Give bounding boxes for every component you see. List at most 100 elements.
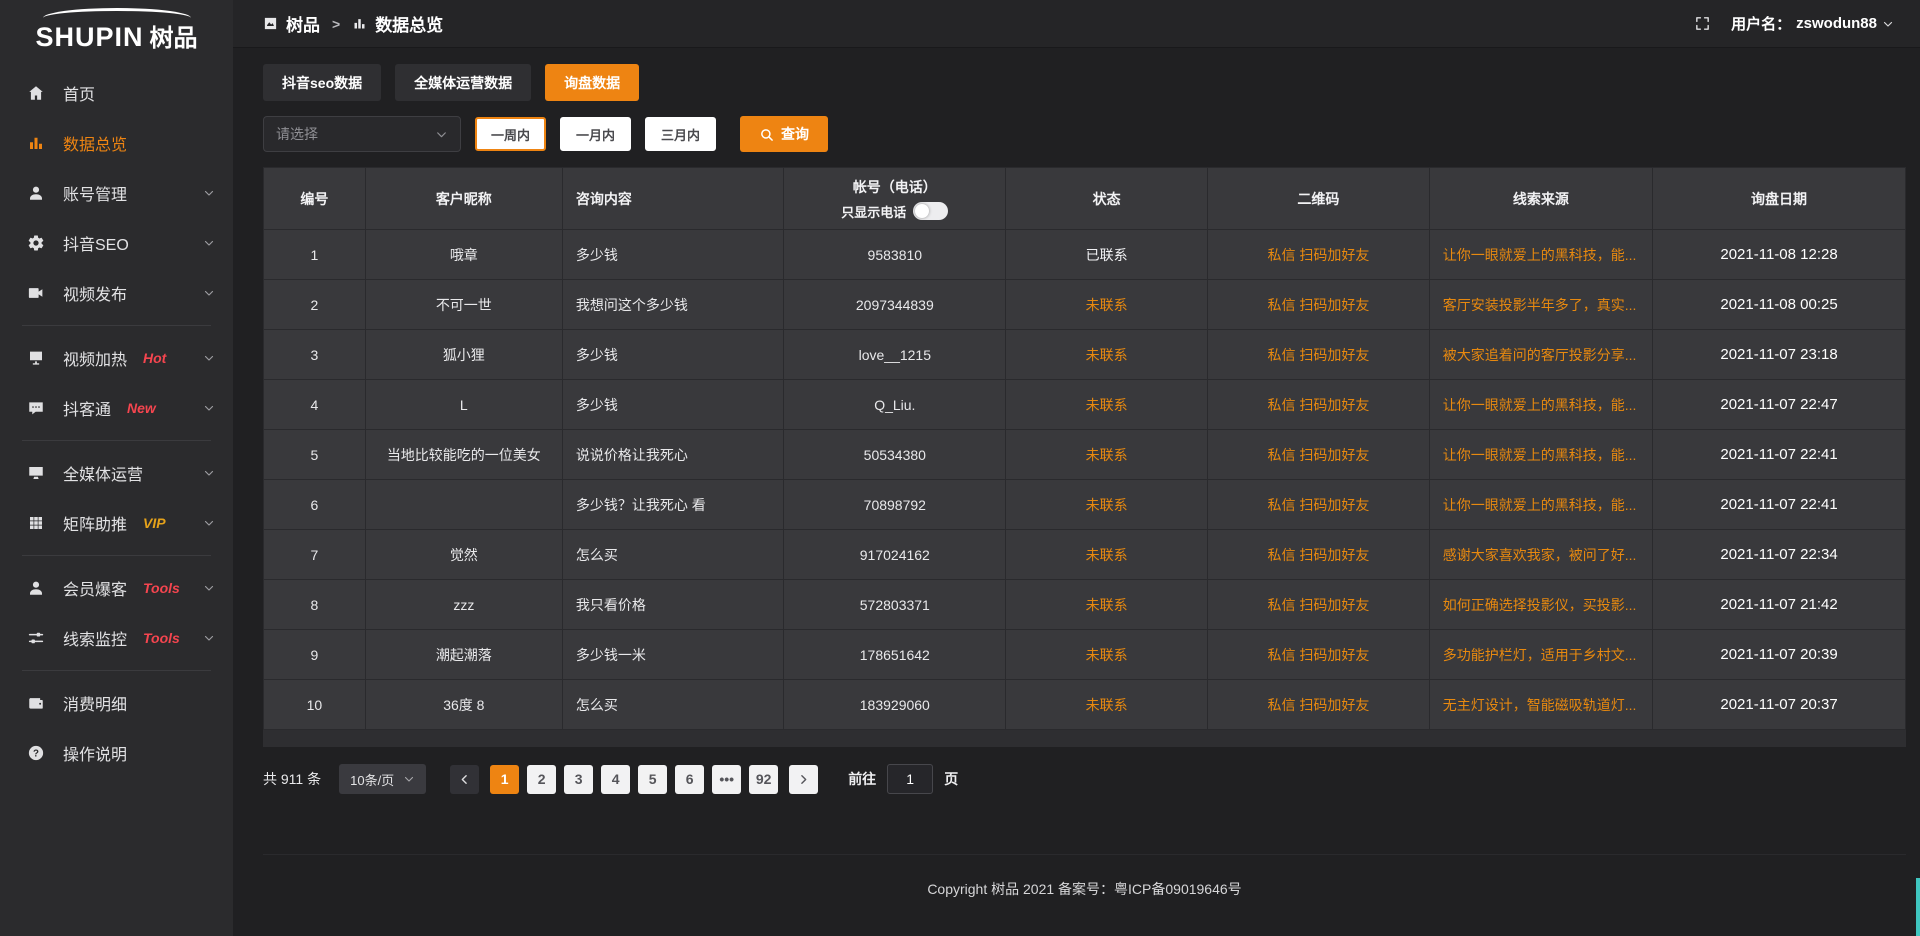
cell-status: 未联系 [1006, 380, 1208, 430]
qr-action-link[interactable]: 私信 扫码加好友 [1267, 547, 1369, 563]
fullscreen-icon[interactable] [1694, 15, 1711, 32]
cell-status: 未联系 [1006, 480, 1208, 530]
cell-source: 无主灯设计，智能磁吸轨道灯... [1429, 680, 1652, 730]
clue-source-link[interactable]: 无主灯设计，智能磁吸轨道灯... [1443, 697, 1637, 713]
page-button-4[interactable]: 4 [601, 765, 630, 794]
cell-content: 怎么买 [562, 680, 784, 730]
sidebar-item-video-publish[interactable]: 视频发布 [0, 268, 233, 318]
more-pages-button[interactable]: ••• [712, 765, 741, 794]
chevron-down-icon [1882, 18, 1894, 30]
page-button-2[interactable]: 2 [527, 765, 556, 794]
clue-source-link[interactable]: 客厅安装投影半年多了，真实... [1443, 297, 1637, 313]
tab-douyin-seo-data[interactable]: 抖音seo数据 [263, 64, 381, 101]
qr-action-link[interactable]: 私信 扫码加好友 [1267, 397, 1369, 413]
sidebar-item-home[interactable]: 首页 [0, 68, 233, 118]
tab-media-operation-data[interactable]: 全媒体运营数据 [395, 64, 531, 101]
cell-content: 怎么买 [562, 530, 784, 580]
goto-page-input[interactable] [887, 764, 933, 794]
column-header: 线索来源 [1429, 168, 1652, 230]
breadcrumb: 树品 > 数据总览 [263, 11, 443, 36]
page-button-92[interactable]: 92 [749, 765, 778, 794]
clue-source-link[interactable]: 让你一眼就爱上的黑科技，能... [1443, 497, 1637, 513]
sidebar-item-media-operation[interactable]: 全媒体运营 [0, 448, 233, 498]
heat-icon [27, 349, 48, 367]
sidebar-item-matrix-boost[interactable]: 矩阵助推VIP [0, 498, 233, 548]
sidebar-item-video-heat[interactable]: 视频加热 Hot [0, 333, 233, 383]
sidebar-item-label: 抖音SEO [63, 231, 129, 255]
table-row: 9潮起潮落多少钱一米178651642未联系私信 扫码加好友多功能护栏灯，适用于… [264, 630, 1906, 680]
chevron-down-icon [203, 352, 215, 364]
cell-content: 说说价格让我死心 [562, 430, 784, 480]
clue-source-link[interactable]: 让你一眼就爱上的黑科技，能... [1443, 447, 1637, 463]
svg-text:?: ? [33, 748, 39, 759]
table-row: 1036度 8怎么买183929060未联系私信 扫码加好友无主灯设计，智能磁吸… [264, 680, 1906, 730]
sidebar-divider [22, 555, 211, 556]
logo-arc-decoration [43, 8, 191, 18]
account-select[interactable]: 请选择 [263, 116, 461, 152]
scrollbar-thumb[interactable] [1916, 878, 1920, 936]
qr-action-link[interactable]: 私信 扫码加好友 [1267, 247, 1369, 263]
cell-qrcode: 私信 扫码加好友 [1208, 430, 1430, 480]
qr-action-link[interactable]: 私信 扫码加好友 [1267, 597, 1369, 613]
sidebar-item-douyin-seo[interactable]: 抖音SEO [0, 218, 233, 268]
page-button-6[interactable]: 6 [675, 765, 704, 794]
sidebar-item-clue-monitor[interactable]: 线索监控Tools [0, 613, 233, 663]
sidebar-item-badge: Hot [143, 350, 166, 366]
clue-source-link[interactable]: 感谢大家喜欢我家，被问了好... [1443, 547, 1637, 563]
cell-account: 572803371 [784, 580, 1006, 630]
qr-action-link[interactable]: 私信 扫码加好友 [1267, 347, 1369, 363]
chevron-down-icon [403, 773, 415, 785]
clue-source-link[interactable]: 被大家追着问的客厅投影分享... [1443, 347, 1637, 363]
qr-action-link[interactable]: 私信 扫码加好友 [1267, 447, 1369, 463]
page-button-1[interactable]: 1 [490, 765, 519, 794]
range-button-one-month[interactable]: 一月内 [560, 117, 631, 151]
tab-inquiry-data[interactable]: 询盘数据 [545, 64, 639, 101]
sidebar-item-member-baoke[interactable]: 会员爆客Tools [0, 563, 233, 613]
prev-page-button[interactable] [450, 765, 479, 794]
copyright-text: Copyright 树品 2021 备案号：粤ICP备09019646号 [927, 879, 1241, 899]
clue-source-link[interactable]: 多功能护栏灯，适用于乡村文... [1443, 647, 1637, 663]
next-page-button[interactable] [789, 765, 818, 794]
footer: Copyright 树品 2021 备案号：粤ICP备09019646号 [263, 854, 1906, 936]
sidebar-item-label: 抖客通 [63, 396, 111, 420]
qr-action-link[interactable]: 私信 扫码加好友 [1267, 697, 1369, 713]
clue-source-link[interactable]: 如何正确选择投影仪，买投影... [1443, 597, 1637, 613]
topbar: 树品 > 数据总览 用户名：zswodun88 [233, 0, 1920, 48]
cell-no: 6 [264, 480, 366, 530]
cell-no: 1 [264, 230, 366, 280]
sidebar-item-account-manage[interactable]: 账号管理 [0, 168, 233, 218]
cell-content: 多少钱 [562, 330, 784, 380]
sidebar-item-consume-detail[interactable]: 消费明细 [0, 678, 233, 728]
inquiry-table: 编号客户昵称咨询内容帐号（电话）只显示电话状态二维码线索来源询盘日期 1哦章多少… [263, 167, 1906, 730]
sidebar-item-badge: Tools [143, 580, 180, 596]
sidebar-item-data-overview[interactable]: 数据总览 [0, 118, 233, 168]
sidebar-item-operation-guide[interactable]: ?操作说明 [0, 728, 233, 778]
page-button-3[interactable]: 3 [564, 765, 593, 794]
qr-action-link[interactable]: 私信 扫码加好友 [1267, 297, 1369, 313]
breadcrumb-root[interactable]: 树品 [286, 11, 320, 36]
sidebar-item-doukertong[interactable]: 抖客通New [0, 383, 233, 433]
clue-source-link[interactable]: 让你一眼就爱上的黑科技，能... [1443, 397, 1637, 413]
search-button-label: 查询 [781, 124, 809, 144]
user-menu[interactable]: 用户名：zswodun88 [1731, 13, 1894, 34]
search-button[interactable]: 查询 [740, 116, 828, 152]
search-icon [759, 127, 774, 142]
chart-icon [27, 134, 48, 152]
qr-action-link[interactable]: 私信 扫码加好友 [1267, 647, 1369, 663]
range-button-one-week[interactable]: 一周内 [475, 117, 546, 151]
phone-only-toggle[interactable] [913, 202, 948, 220]
clue-source-link[interactable]: 让你一眼就爱上的黑科技，能... [1443, 247, 1637, 263]
cell-no: 2 [264, 280, 366, 330]
column-header: 询盘日期 [1653, 168, 1906, 230]
page-buttons: 123456 ••• 92 [450, 765, 818, 794]
sidebar-item-label: 视频加热 [63, 346, 127, 370]
page-size-select[interactable]: 10条/页 [339, 764, 426, 794]
range-button-three-month[interactable]: 三月内 [645, 117, 716, 151]
cell-no: 8 [264, 580, 366, 630]
cell-qrcode: 私信 扫码加好友 [1208, 380, 1430, 430]
logo-text-en: SHUPIN [35, 22, 143, 53]
qr-action-link[interactable]: 私信 扫码加好友 [1267, 497, 1369, 513]
column-header: 咨询内容 [562, 168, 784, 230]
page-button-5[interactable]: 5 [638, 765, 667, 794]
table-row: 8zzz我只看价格572803371未联系私信 扫码加好友如何正确选择投影仪，买… [264, 580, 1906, 630]
